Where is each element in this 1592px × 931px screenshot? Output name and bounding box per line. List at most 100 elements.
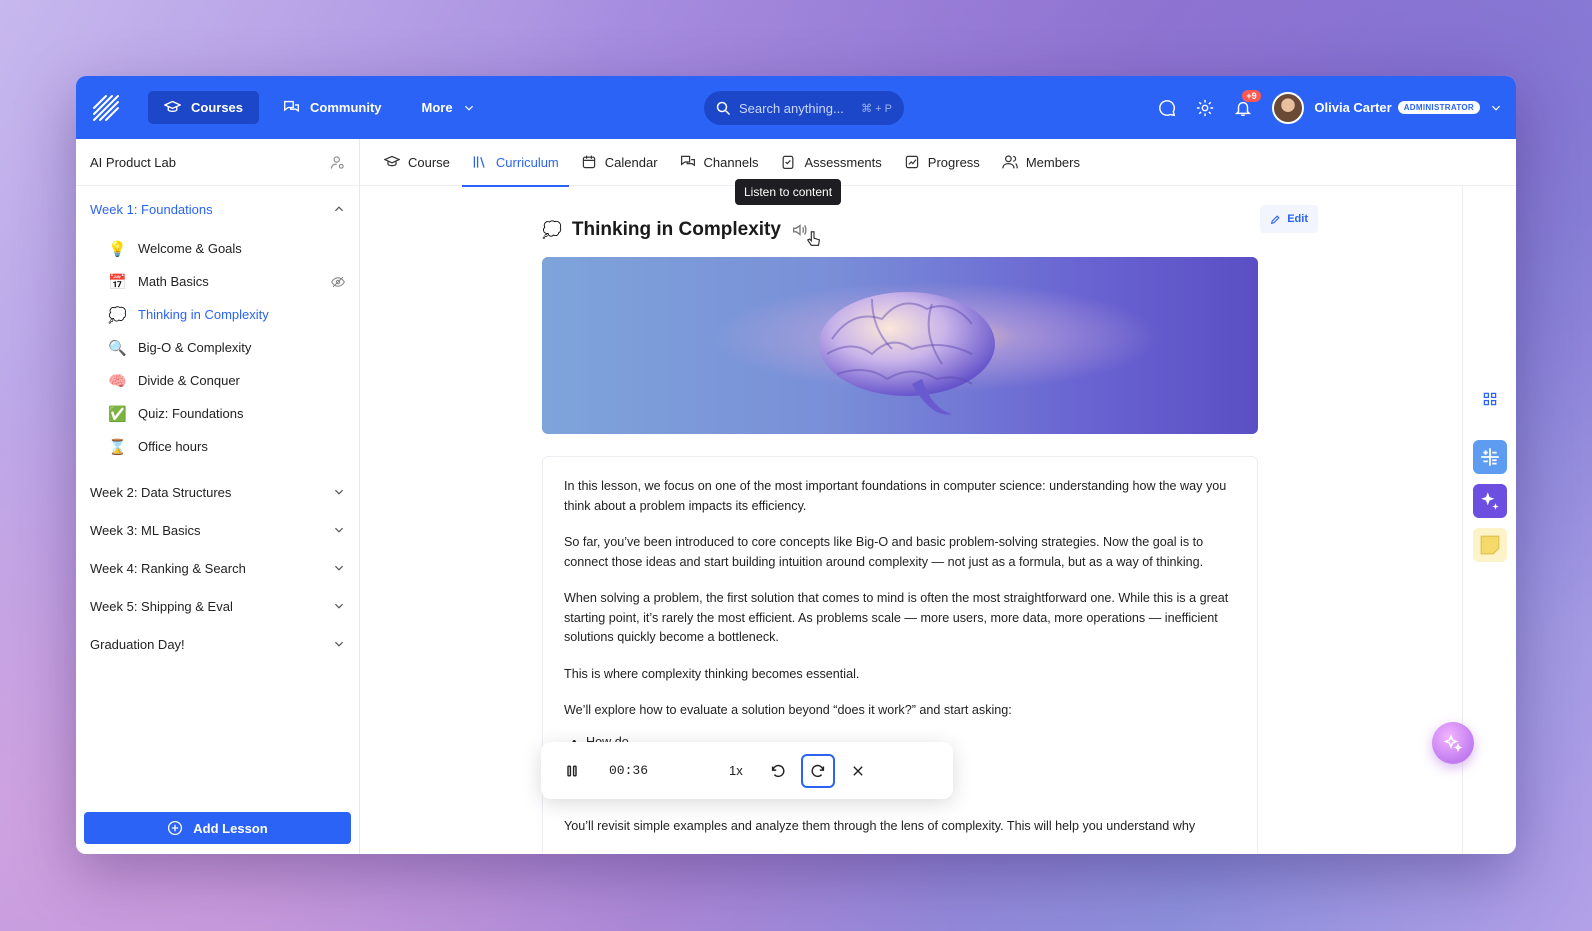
lightbulb-icon: 💡 [108,240,127,258]
sidebar-header: AI Product Lab [76,139,359,186]
paragraph: You’ll revisit simple examples and analy… [564,818,1196,833]
sparkles-icon [1443,733,1463,753]
search-placeholder: Search anything... [739,100,844,116]
hidden-eye-icon[interactable] [331,275,345,289]
tab-label: Channels [703,154,759,170]
sidebar: AI Product Lab Week 1: Foundations 💡 Welc… [76,139,360,854]
forward-15-button[interactable] [800,753,835,788]
sticky-note-icon [1480,535,1500,555]
lesson-label: Thinking in Complexity [138,307,269,322]
user-settings-icon[interactable] [330,155,345,170]
nav-courses-label: Courses [191,100,244,115]
graduation-toggle[interactable]: Graduation Day! [76,625,359,663]
tab-curriculum[interactable]: Curriculum [461,139,569,187]
paragraph: This is where complexity thinking become… [564,666,860,681]
paragraph: We’ll explore how to evaluate a solution… [564,703,1012,717]
nav-more-label: More [421,100,453,115]
lesson-title: Thinking in Complexity [571,219,781,240]
chevron-down-icon [334,527,344,533]
rewind-15-button[interactable] [761,754,795,788]
thought-bubble-icon: 💭 [108,306,127,324]
lesson-item[interactable]: 🧠 Divide & Conquer [76,364,359,397]
week-1-label: Week 1: Foundations [90,201,213,217]
user-name: Olivia Carter [1314,100,1392,115]
user-menu[interactable]: Olivia Carter ADMINISTRATOR [1272,91,1502,124]
calculator-icon [1481,448,1499,466]
week-2-toggle[interactable]: Week 2: Data Structures [76,473,359,511]
lesson-label: Quiz: Foundations [138,406,244,421]
lesson-label: Math Basics [138,274,209,289]
tab-label: Calendar [604,154,658,170]
pencil-icon [1271,214,1280,224]
tab-course[interactable]: Course [374,139,460,186]
week-label: Week 5: Shipping & Eval [90,598,233,614]
calendar-icon: 📅 [108,273,127,291]
messages-icon[interactable] [1158,99,1176,117]
ai-assistant-button[interactable] [1473,484,1507,518]
lesson-item[interactable]: ⌛ Office hours [76,430,359,463]
nav-more[interactable]: More [406,91,491,124]
chart-icon [905,155,918,169]
tab-label: Progress [927,154,980,170]
plus-circle-icon [168,820,183,836]
pause-icon [567,764,577,777]
search-icon [716,101,731,115]
add-lesson-label: Add Lesson [193,820,268,836]
ai-sparkle-fab[interactable] [1432,722,1474,764]
calculator-button[interactable] [1473,440,1507,474]
chevron-down-icon [464,105,473,111]
chevron-down-icon [334,489,344,495]
playback-time: 00:36 [609,763,649,778]
graduation-cap-icon [384,155,400,167]
pause-button[interactable] [555,754,589,788]
search-input[interactable]: Search anything... ⌘ + P [704,91,904,125]
lesson-item[interactable]: 📅 Math Basics [76,265,359,298]
week-label: Week 3: ML Basics [90,522,201,538]
lesson-label: Office hours [138,439,208,454]
tab-progress[interactable]: Progress [894,139,990,186]
week-5-toggle[interactable]: Week 5: Shipping & Eval [76,587,359,625]
lesson-item[interactable]: 🔍 Big-O & Complexity [76,331,359,364]
week-1-toggle[interactable]: Week 1: Foundations [76,186,359,232]
edit-button[interactable]: Edit [1260,205,1318,233]
logo-icon[interactable] [92,94,120,122]
notifications-button[interactable]: +9 [1234,89,1261,117]
audio-player: 00:36 1x [541,742,953,799]
close-icon [853,765,863,776]
tab-label: Members [1025,154,1080,170]
playback-speed-button[interactable]: 1x [729,763,743,778]
nav-courses[interactable]: Courses [148,91,260,124]
brain-illustration [819,292,995,415]
nav-community-label: Community [310,100,382,115]
paragraph: When solving a problem, the first soluti… [564,591,1229,644]
tab-calendar[interactable]: Calendar [571,139,668,186]
lesson-label: Big-O & Complexity [138,340,252,355]
grid-plus-icon [1483,392,1497,406]
search-shortcut: ⌘ + P [861,102,892,115]
lesson-item-active[interactable]: 💭 Thinking in Complexity [76,298,359,331]
chevron-down-icon [1491,105,1501,111]
lesson-label: Divide & Conquer [138,373,240,388]
chevron-down-icon [334,565,344,571]
week-3-toggle[interactable]: Week 3: ML Basics [76,511,359,549]
tab-members[interactable]: Members [992,139,1090,186]
week-4-toggle[interactable]: Week 4: Ranking & Search [76,549,359,587]
lesson-title-row: 💭 Thinking in Complexity [542,211,823,249]
lesson-item[interactable]: ✅ Quiz: Foundations [76,397,359,430]
gear-icon[interactable] [1196,99,1214,117]
nav-community[interactable]: Community [267,91,398,124]
week-label: Graduation Day! [90,636,185,652]
paragraph: In this lesson, we focus on one of the m… [564,479,1227,513]
sticky-notes-button[interactable] [1473,528,1507,562]
lesson-item[interactable]: 💡 Welcome & Goals [76,232,359,265]
apps-button[interactable] [1473,382,1507,416]
app-window: Courses Community More Search anything..… [76,76,1516,854]
users-icon [1002,155,1018,169]
lesson-label: Welcome & Goals [138,241,242,256]
pointer-cursor-icon [806,231,820,246]
add-lesson-button[interactable]: Add Lesson [84,812,351,844]
clipboard-icon [783,155,794,169]
close-player-button[interactable] [841,754,875,788]
hourglass-icon: ⌛ [108,438,127,456]
sparkles-icon [1481,492,1499,510]
